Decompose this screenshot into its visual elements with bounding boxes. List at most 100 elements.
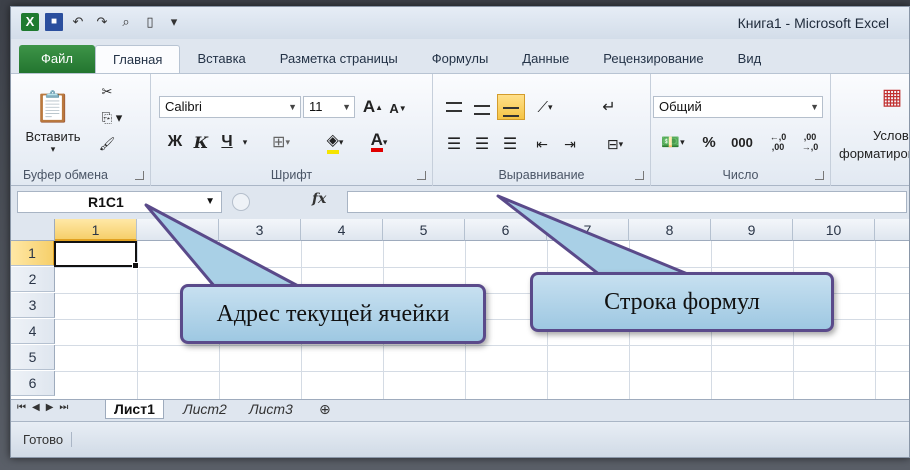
number-format-value: Общий xyxy=(659,99,702,114)
borders-button[interactable]: ⊞ ▾ xyxy=(261,130,301,154)
dialog-launcher-icon[interactable] xyxy=(135,171,144,180)
status-bar: Готово xyxy=(11,421,909,457)
column-header[interactable]: 1 xyxy=(55,219,137,241)
number-group: Общий ▼ 💵 ▾ % 000 ←,0 ,00 ,00 →,0 Число xyxy=(651,74,831,186)
font-name-select[interactable]: Calibri ▼ xyxy=(159,96,301,118)
row-header[interactable]: 1 xyxy=(11,241,55,266)
merge-center-icon[interactable]: ⊟ ▾ xyxy=(597,132,633,156)
paste-button[interactable]: 📋 Вставить ▾ xyxy=(25,82,81,162)
insert-function-icon[interactable]: fx xyxy=(312,191,326,207)
dialog-launcher-icon[interactable] xyxy=(635,171,644,180)
increase-decimal-button[interactable]: ←,0 ,00 xyxy=(763,128,793,156)
chevron-down-icon[interactable]: ▾ xyxy=(239,130,251,154)
align-center-icon[interactable]: ☰ xyxy=(469,132,495,156)
status-text: Готово xyxy=(23,432,73,447)
next-sheet-icon[interactable]: ▶ xyxy=(46,402,60,413)
column-header[interactable]: 5 xyxy=(383,219,465,241)
chevron-down-icon: ▼ xyxy=(342,102,351,112)
row-header[interactable]: 4 xyxy=(11,319,55,344)
align-top-button[interactable] xyxy=(441,94,467,120)
cut-icon[interactable]: ✂ xyxy=(97,82,117,102)
sheet-tab[interactable]: Лист1 xyxy=(105,400,164,419)
orientation-button[interactable]: ⟋ ▾ xyxy=(529,94,561,120)
conditional-formatting-label-2[interactable]: форматиров xyxy=(835,144,909,162)
bold-button[interactable]: Ж xyxy=(165,130,185,154)
conditional-formatting-icon[interactable]: ▦ xyxy=(875,80,909,114)
percent-button[interactable]: % xyxy=(697,130,721,154)
tab-data[interactable]: Данные xyxy=(505,45,586,73)
cell-address-callout: Адрес текущей ячейки xyxy=(180,284,486,344)
row-header[interactable]: 2 xyxy=(11,267,55,292)
customize-toolbar-icon[interactable]: ▾ xyxy=(165,13,183,31)
name-box[interactable]: R1C1 ▼ xyxy=(17,191,222,213)
formula-input[interactable] xyxy=(347,191,907,213)
align-left-icon[interactable]: ☰ xyxy=(441,132,467,156)
font-color-button[interactable]: A ▾ xyxy=(357,130,401,154)
sheet-tab[interactable]: Лист2 xyxy=(175,400,235,419)
decrease-indent-icon[interactable]: ⇤ xyxy=(529,132,555,156)
fill-color-button[interactable]: ◈ ▾ xyxy=(315,130,355,154)
grid-line xyxy=(55,371,909,372)
prev-sheet-icon[interactable]: ◀ xyxy=(32,402,46,413)
thousands-separator-button[interactable]: 000 xyxy=(727,130,757,154)
sheet-tab[interactable]: Лист3 xyxy=(241,400,301,419)
tab-insert[interactable]: Вставка xyxy=(180,45,262,73)
insert-sheet-icon[interactable]: ⊕ xyxy=(311,400,339,419)
row-header[interactable]: 5 xyxy=(11,345,55,370)
grid-line xyxy=(55,267,909,268)
column-header[interactable]: 4 xyxy=(301,219,383,241)
format-painter-icon[interactable]: 🖌 xyxy=(97,134,117,154)
tab-view[interactable]: Вид xyxy=(721,45,779,73)
align-right-icon[interactable]: ☰ xyxy=(497,132,523,156)
italic-button[interactable]: К xyxy=(191,130,211,154)
tab-formulas[interactable]: Формулы xyxy=(415,45,506,73)
redo-icon[interactable]: ↷ xyxy=(93,13,111,31)
copy-icon[interactable]: ⎘ ▾ xyxy=(97,108,127,128)
last-sheet-icon[interactable]: ⏭ xyxy=(59,402,74,413)
font-size-select[interactable]: 11 ▼ xyxy=(303,96,355,118)
new-document-icon[interactable]: ▯ xyxy=(141,13,159,31)
grid-line xyxy=(875,241,876,401)
align-middle-button[interactable] xyxy=(469,94,495,120)
underline-button[interactable]: Ч xyxy=(217,130,237,154)
shrink-font-button[interactable]: A ▼ xyxy=(387,98,409,118)
alignment-group: ⟋ ▾ ↵ ☰ ☰ ☰ ⇤ ⇥ ⊟ ▾ Выравнивание xyxy=(433,74,651,186)
column-header[interactable]: 3 xyxy=(219,219,301,241)
clipboard-group: 📋 Вставить ▾ ✂ ⎘ ▾ 🖌 Буфер обмена xyxy=(11,74,151,186)
column-header[interactable]: 10 xyxy=(793,219,875,241)
select-all-button[interactable] xyxy=(11,219,55,241)
resize-handle-icon[interactable] xyxy=(232,193,250,211)
styles-group: ▦ Условн форматиров xyxy=(831,74,909,186)
currency-format-button[interactable]: 💵 ▾ xyxy=(655,130,691,154)
first-sheet-icon[interactable]: ⏮ xyxy=(17,402,32,413)
increase-indent-icon[interactable]: ⇥ xyxy=(557,132,583,156)
column-header[interactable]: 2 xyxy=(137,219,219,241)
column-header[interactable]: 8 xyxy=(629,219,711,241)
column-header[interactable]: 6 xyxy=(465,219,547,241)
column-header[interactable]: 9 xyxy=(711,219,793,241)
row-header[interactable]: 6 xyxy=(11,371,55,396)
active-cell[interactable] xyxy=(54,241,139,269)
undo-icon[interactable]: ↶ xyxy=(69,13,87,31)
dialog-launcher-icon[interactable] xyxy=(815,171,824,180)
column-header[interactable]: 7 xyxy=(547,219,629,241)
grow-font-button[interactable]: A ▲ xyxy=(361,96,385,118)
row-header[interactable]: 3 xyxy=(11,293,55,318)
number-format-select[interactable]: Общий ▼ xyxy=(653,96,823,118)
tab-page-layout[interactable]: Разметка страницы xyxy=(263,45,415,73)
number-group-label: Число xyxy=(722,168,759,182)
align-bottom-button[interactable] xyxy=(497,94,525,120)
screenshot-frame: X ■ ↶ ↷ ⌕ ▯ ▾ Книга1 - Microsoft Excel Ф… xyxy=(0,0,910,470)
tab-home[interactable]: Главная xyxy=(94,45,181,73)
sheet-navigation[interactable]: ⏮◀▶⏭ xyxy=(17,402,74,413)
dialog-launcher-icon[interactable] xyxy=(417,171,426,180)
tab-file[interactable]: Файл xyxy=(19,45,95,73)
conditional-formatting-label-1[interactable]: Условн xyxy=(835,126,909,144)
save-icon[interactable]: ■ xyxy=(45,13,63,31)
excel-logo-icon[interactable]: X xyxy=(21,13,39,31)
tab-review[interactable]: Рецензирование xyxy=(586,45,720,73)
column-header[interactable] xyxy=(875,219,909,241)
wrap-text-icon[interactable]: ↵ xyxy=(597,94,621,120)
decrease-decimal-button[interactable]: ,00 →,0 xyxy=(795,128,825,156)
print-preview-icon[interactable]: ⌕ xyxy=(117,13,135,31)
